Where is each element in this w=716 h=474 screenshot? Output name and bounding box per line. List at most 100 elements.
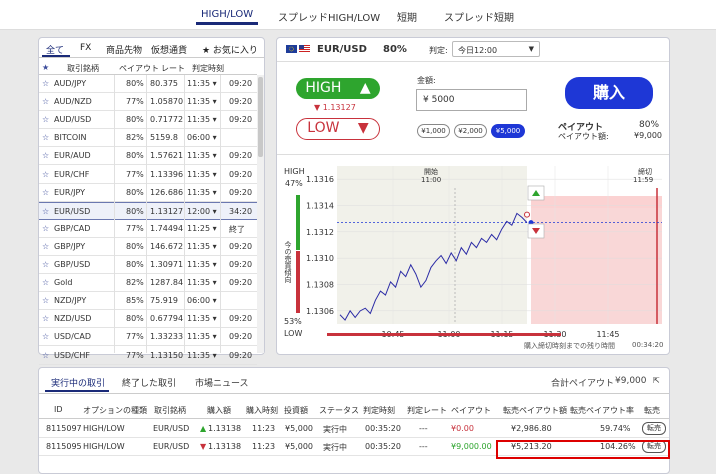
asset-row[interactable]: ☆ USD/CAD 77% 1.33233 11:35 ▾ 09:20 <box>39 328 257 347</box>
asset-row[interactable]: ☆ EUR/USD 80% 1.13127 12:00 ▾ 34:20 <box>39 201 257 220</box>
judge-time-dropdown[interactable]: 11:35 ▾ <box>187 188 217 197</box>
judge-time-select[interactable]: 今日12:00 ▼ <box>452 41 540 57</box>
favorite-star-icon[interactable]: ☆ <box>42 151 49 160</box>
tab-short-term[interactable]: 短期 <box>397 9 417 24</box>
judge-time-value: 今日12:00 <box>458 46 498 55</box>
asset-row[interactable]: ☆ NZD/USD 80% 0.67794 11:35 ▾ 09:20 <box>39 310 257 329</box>
judge-time-value: 11:35 <box>187 115 211 125</box>
tab-fx[interactable]: FX <box>80 43 91 53</box>
buy-button[interactable]: 購入 <box>565 77 653 109</box>
chevron-down-icon: ▾ <box>210 350 217 360</box>
favorite-star-icon[interactable]: ☆ <box>42 115 49 124</box>
chip-1000[interactable]: ¥1,000 <box>417 124 450 138</box>
tab-commodities[interactable]: 商品先物 <box>106 43 142 56</box>
trade-resale-rate: 59.74% <box>600 424 631 433</box>
favorite-star-icon[interactable]: ☆ <box>42 133 49 142</box>
chevron-down-icon: ▾ <box>210 241 217 251</box>
judge-time-dropdown[interactable]: 11:35 ▾ <box>187 151 217 160</box>
column-divider <box>146 75 147 353</box>
asset-rate: 1287.84 <box>150 278 184 288</box>
asset-close-time: 09:20 <box>229 260 253 269</box>
export-icon[interactable]: ⇱ <box>653 376 660 385</box>
favorite-star-icon[interactable]: ☆ <box>42 97 49 106</box>
sentiment-high-label: HIGH <box>284 167 305 176</box>
header-judge-time: 判定時刻 <box>363 406 395 415</box>
asset-close-time: 09:20 <box>229 169 253 179</box>
chip-5000[interactable]: ¥5,000 <box>491 124 525 138</box>
favorite-star-icon[interactable]: ☆ <box>42 170 49 179</box>
asset-payout: 80% <box>126 151 144 161</box>
chevron-down-icon: ▾ <box>210 296 217 306</box>
judge-time-dropdown[interactable]: 11:35 ▾ <box>187 332 217 341</box>
asset-list-panel: 全て FX 商品先物 仮想通貨 ★ お気に入り ★ 取引銘柄 ペイアウト レート… <box>38 37 265 365</box>
asset-row[interactable]: ☆ BITCOIN 82% 5159.8 06:00 ▾ <box>39 129 257 148</box>
scrollbar-thumb[interactable] <box>258 77 263 157</box>
judge-time-dropdown[interactable]: 11:25 ▾ <box>187 224 217 233</box>
asset-row[interactable]: ☆ EUR/AUD 80% 1.57621 11:35 ▾ 09:20 <box>39 147 257 166</box>
price-chart[interactable]: 1.13161.13141.13121.13101.13081.130610:4… <box>305 162 665 352</box>
tab-favorites[interactable]: ★ お気に入り <box>202 43 258 56</box>
asset-row[interactable]: ☆ EUR/CHF 77% 1.13396 11:35 ▾ 09:20 <box>39 166 257 184</box>
asset-rate: 80.375 <box>150 79 178 88</box>
judge-time-dropdown[interactable]: 12:00 ▾ <box>187 207 217 216</box>
tab-market-news[interactable]: 市場ニュース <box>195 376 249 389</box>
high-button[interactable]: HIGH ▲ <box>296 78 380 99</box>
favorite-star-icon[interactable]: ☆ <box>42 79 49 88</box>
asset-row[interactable]: ☆ EUR/JPY 80% 126.686 11:35 ▾ 09:20 <box>39 184 257 202</box>
asset-close-time: 09:20 <box>229 187 253 197</box>
asset-close-time: 09:20 <box>229 97 253 107</box>
favorite-star-icon[interactable]: ☆ <box>42 242 49 251</box>
judge-time-dropdown[interactable]: 11:35 ▾ <box>187 260 217 269</box>
asset-row[interactable]: ☆ AUD/USD 80% 0.71772 11:35 ▾ 09:20 <box>39 111 257 130</box>
favorite-star-icon[interactable]: ☆ <box>42 207 49 216</box>
asset-symbol: GBP/JPY <box>54 241 86 251</box>
up-arrow-icon: ▲ <box>359 80 371 96</box>
asset-row[interactable]: ☆ AUD/NZD 77% 1.05870 11:35 ▾ 09:20 <box>39 93 257 112</box>
tab-crypto[interactable]: 仮想通貨 <box>151 43 187 56</box>
sentiment-low-pct: 53% <box>284 317 302 326</box>
resale-button[interactable]: 転売 <box>642 422 666 435</box>
asset-row[interactable]: ☆ AUD/JPY 80% 80.375 11:35 ▾ 09:20 <box>39 75 257 94</box>
chip-2000[interactable]: ¥2,000 <box>454 124 487 138</box>
tab-spread-short-term[interactable]: スプレッド短期 <box>444 9 514 24</box>
favorite-star-icon[interactable]: ☆ <box>42 260 49 269</box>
favorite-star-icon[interactable]: ☆ <box>42 224 49 233</box>
header-rate: レート <box>161 64 185 73</box>
asset-row[interactable]: ☆ NZD/JPY 85% 75.919 06:00 ▾ <box>39 292 257 311</box>
total-payout-value: ¥9,000 <box>615 376 647 386</box>
tab-spread-highlow[interactable]: スプレッドHIGH/LOW <box>278 9 380 24</box>
tab-active-trades[interactable]: 実行中の取引 <box>51 376 105 389</box>
asset-payout: 80% <box>126 241 144 251</box>
favorite-star-icon[interactable]: ☆ <box>42 278 49 287</box>
judge-time-dropdown[interactable]: 11:35 ▾ <box>187 97 217 106</box>
asset-rate: 1.13396 <box>150 169 184 179</box>
judge-time-dropdown[interactable]: 06:00 ▾ <box>187 133 217 142</box>
asset-row[interactable]: ☆ GBP/USD 80% 1.30971 11:35 ▾ 09:20 <box>39 256 257 275</box>
favorite-star-icon[interactable]: ☆ <box>42 314 49 323</box>
favorite-star-icon[interactable]: ☆ <box>42 188 49 197</box>
judge-time-dropdown[interactable]: 11:35 ▾ <box>187 170 217 179</box>
favorite-star-icon[interactable]: ☆ <box>42 351 49 360</box>
asset-row[interactable]: ☆ GBP/JPY 80% 146.672 11:35 ▾ 09:20 <box>39 238 257 256</box>
trade-status: 実行中 <box>323 425 347 434</box>
judge-time-dropdown[interactable]: 06:00 ▾ <box>187 296 217 305</box>
tab-closed-trades[interactable]: 終了した取引 <box>122 376 176 389</box>
favorite-star-icon[interactable]: ☆ <box>42 332 49 341</box>
low-zone <box>531 196 662 324</box>
asset-list-scrollbar[interactable] <box>257 75 264 353</box>
low-button[interactable]: LOW ▼ <box>296 118 380 140</box>
judge-time-dropdown[interactable]: 11:35 ▾ <box>187 351 217 360</box>
payout-value: 80% <box>639 120 660 130</box>
asset-close-time: 09:20 <box>229 151 253 161</box>
asset-row[interactable]: ☆ GBP/CAD 77% 1.74494 11:25 ▾ 終了 <box>39 220 257 238</box>
judge-time-dropdown[interactable]: 11:35 ▾ <box>187 242 217 251</box>
asset-row[interactable]: ☆ USD/CHF 77% 1.13150 11:35 ▾ 09:20 <box>39 347 257 365</box>
tab-highlow[interactable]: HIGH/LOW <box>201 9 253 20</box>
judge-time-dropdown[interactable]: 11:35 ▾ <box>187 115 217 124</box>
favorite-star-icon[interactable]: ☆ <box>42 296 49 305</box>
judge-time-dropdown[interactable]: 11:35 ▾ <box>187 278 217 287</box>
judge-time-dropdown[interactable]: 11:35 ▾ <box>187 79 217 88</box>
judge-time-dropdown[interactable]: 11:35 ▾ <box>187 314 217 323</box>
amount-input[interactable]: ¥ 5000 <box>416 89 527 111</box>
asset-row[interactable]: ☆ Gold 82% 1287.84 11:35 ▾ 09:20 <box>39 274 257 293</box>
